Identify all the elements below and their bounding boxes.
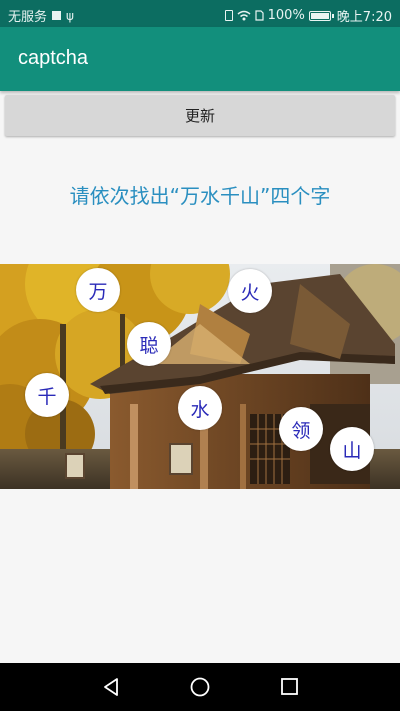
back-icon[interactable] (101, 677, 121, 697)
wifi-icon (237, 10, 251, 21)
notification-square-icon (52, 11, 62, 20)
status-left: 无服务 ψ (8, 6, 74, 26)
captcha-character-button[interactable]: 水 (178, 386, 222, 430)
status-right: 100% 晚上7:20 (224, 6, 392, 25)
home-icon[interactable] (189, 677, 211, 697)
recents-icon[interactable] (280, 677, 300, 697)
battery-icon (308, 10, 334, 21)
app-bar: captcha (0, 27, 400, 91)
captcha-character-button[interactable]: 山 (330, 427, 374, 471)
captcha-character-button[interactable]: 万 (76, 268, 120, 312)
sim-icon (255, 10, 264, 21)
captcha-character-button[interactable]: 火 (228, 269, 272, 313)
status-bar: 无服务 ψ 100% 晚上7:20 (0, 0, 400, 27)
captcha-character-button[interactable]: 千 (25, 373, 69, 417)
navigation-bar (0, 663, 400, 711)
carrier-text: 无服务 (8, 10, 48, 25)
instruction-text: 请依次找出“万水千山”四个字 (69, 184, 331, 208)
vibrate-icon (224, 10, 233, 21)
captcha-character-button[interactable]: 领 (279, 407, 323, 451)
app-title: captcha (18, 47, 89, 69)
usb-icon: ψ (66, 8, 74, 23)
captcha-character-button[interactable]: 聪 (127, 322, 171, 366)
battery-percent: 100% (267, 8, 305, 23)
clock: 晚上7:20 (336, 10, 392, 25)
refresh-button[interactable]: 更新 (5, 95, 395, 136)
